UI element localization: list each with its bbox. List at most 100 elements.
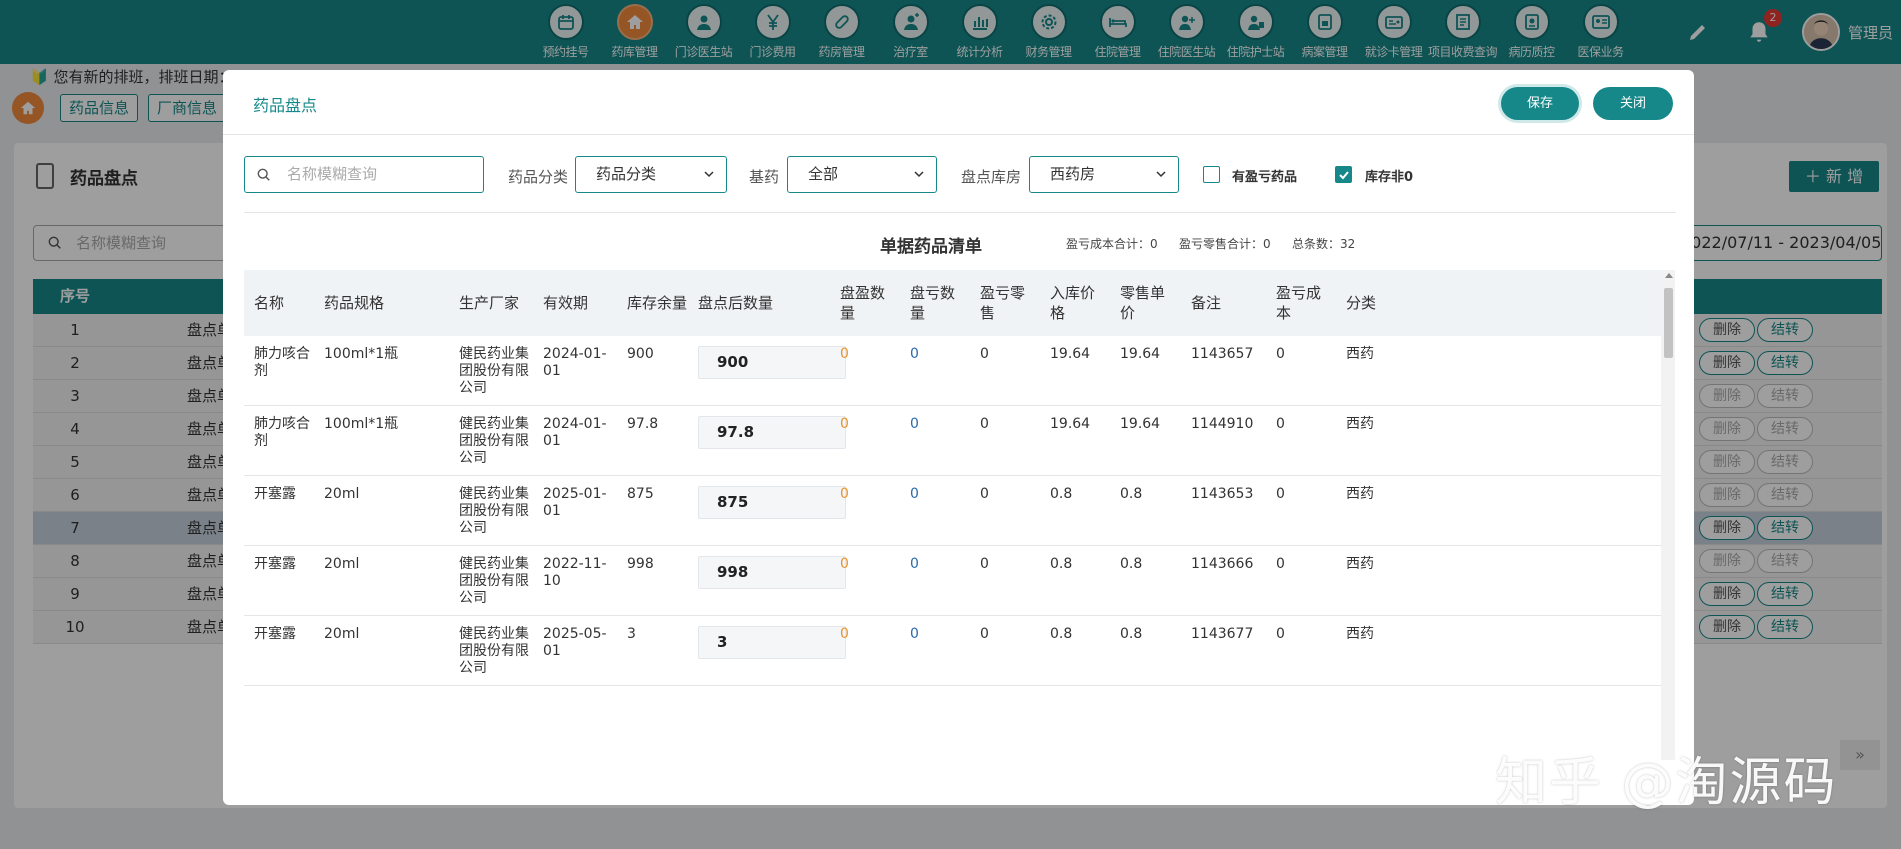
- cell-spec: 20ml: [324, 626, 360, 642]
- cell-expiry: 2025-05-01: [543, 626, 607, 659]
- warehouse-label: 盘点库房: [961, 168, 1022, 186]
- table-row[interactable]: 开塞露 20ml 健民药业集团股份有限公司 2022-11-10 998 998 0 0 0 0.…: [244, 546, 1664, 616]
- cell-stock: 875: [627, 486, 654, 502]
- cell-gain: 0: [840, 486, 849, 502]
- cell-retail: 0.8: [1120, 626, 1143, 642]
- cell-maker: 健民药业集团股份有限公司: [459, 486, 529, 536]
- cell-in-price: 0.8: [1050, 486, 1073, 502]
- cell-retail: 19.64: [1120, 346, 1161, 362]
- cell-expiry: 2024-01-01: [543, 346, 607, 379]
- column-header-stock: 库存余量: [627, 294, 688, 312]
- scroll-up-arrow[interactable]: [1665, 273, 1673, 278]
- counted-quantity-input[interactable]: 875: [698, 486, 846, 519]
- cell-stock: 97.8: [627, 416, 659, 432]
- cell-expiry: 2025-01-01: [543, 486, 607, 519]
- cell-expiry: 2022-11-10: [543, 556, 607, 589]
- cell-gain: 0: [840, 556, 849, 572]
- column-header-category: 分类: [1346, 294, 1377, 312]
- cell-name: 开塞露: [254, 486, 296, 502]
- cell-stock: 3: [627, 626, 636, 642]
- cell-pl-retail: 0: [980, 556, 989, 572]
- cell-spec: 100ml*1瓶: [324, 416, 399, 432]
- cell-pl-cost: 0: [1276, 346, 1285, 362]
- profit-loss-checkbox[interactable]: [1203, 166, 1220, 183]
- cell-remark: 1143653: [1191, 486, 1254, 502]
- column-header-gain: 盘盈数量: [840, 284, 886, 322]
- cell-in-price: 0.8: [1050, 556, 1073, 572]
- essential-drug-select[interactable]: 全部: [787, 156, 937, 193]
- cell-in-price: 19.64: [1050, 416, 1091, 432]
- stock-nonzero-checkbox[interactable]: [1335, 166, 1352, 183]
- cell-remark: 1143666: [1191, 556, 1254, 572]
- search-icon: [257, 168, 270, 181]
- cell-name: 肺力咳合剂: [254, 346, 310, 379]
- check-icon: [1339, 171, 1349, 180]
- table-row[interactable]: 开塞露 20ml 健民药业集团股份有限公司 2025-01-01 875 875 0 0 0 0.…: [244, 476, 1664, 546]
- scrollbar-thumb[interactable]: [1664, 288, 1673, 358]
- summary-count: 总条数：32: [1292, 237, 1356, 251]
- summary-retail-total: 盈亏零售合计：0: [1179, 237, 1271, 251]
- cell-pl-cost: 0: [1276, 556, 1285, 572]
- table-row[interactable]: 肺力咳合剂 100ml*1瓶 健民药业集团股份有限公司 2024-01-01 900 90…: [244, 336, 1664, 406]
- cell-loss: 0: [910, 346, 919, 362]
- list-title: 单据药品清单: [880, 237, 982, 257]
- counted-quantity-input[interactable]: 97.8: [698, 416, 846, 449]
- cell-maker: 健民药业集团股份有限公司: [459, 346, 529, 396]
- cell-loss: 0: [910, 626, 919, 642]
- cell-category: 西药: [1346, 416, 1374, 432]
- cell-name: 开塞露: [254, 626, 296, 642]
- category-select[interactable]: 药品分类: [575, 156, 727, 193]
- cell-gain: 0: [840, 346, 849, 362]
- cell-in-price: 0.8: [1050, 626, 1073, 642]
- cell-stock: 998: [627, 556, 654, 572]
- cell-name: 肺力咳合剂: [254, 416, 310, 449]
- cell-spec: 20ml: [324, 486, 360, 502]
- modal-divider: [223, 134, 1694, 135]
- cell-maker: 健民药业集团股份有限公司: [459, 626, 529, 676]
- cell-stock: 900: [627, 346, 654, 362]
- name-search-input[interactable]: 名称模糊查询: [244, 156, 484, 193]
- table-row[interactable]: 肺力咳合剂 100ml*1瓶 健民药业集团股份有限公司 2024-01-01 97.8 9…: [244, 406, 1664, 476]
- profit-loss-checkbox-label: 有盈亏药品: [1232, 170, 1298, 185]
- cell-retail: 19.64: [1120, 416, 1161, 432]
- cell-remark: 1143677: [1191, 626, 1254, 642]
- cell-category: 西药: [1346, 486, 1374, 502]
- filter-divider: [244, 212, 1676, 213]
- cell-maker: 健民药业集团股份有限公司: [459, 556, 529, 606]
- column-header-maker: 生产厂家: [459, 294, 520, 312]
- cell-loss: 0: [910, 416, 919, 432]
- column-header-in-price: 入库价格: [1050, 284, 1096, 322]
- cell-pl-cost: 0: [1276, 626, 1285, 642]
- column-header-pl-cost: 盈亏成本: [1276, 284, 1322, 322]
- close-button[interactable]: 关闭: [1593, 87, 1673, 120]
- cell-maker: 健民药业集团股份有限公司: [459, 416, 529, 466]
- column-header-name: 名称: [254, 294, 285, 312]
- cell-category: 西药: [1346, 626, 1374, 642]
- cell-category: 西药: [1346, 556, 1374, 572]
- cell-remark: 1144910: [1191, 416, 1254, 432]
- counted-quantity-input[interactable]: 3: [698, 626, 846, 659]
- cell-pl-retail: 0: [980, 346, 989, 362]
- warehouse-select[interactable]: 西药房: [1029, 156, 1179, 193]
- summary-cost-total: 盈亏成本合计：0: [1066, 237, 1158, 251]
- cell-gain: 0: [840, 626, 849, 642]
- cell-spec: 20ml: [324, 556, 360, 572]
- counted-quantity-input[interactable]: 900: [698, 346, 846, 379]
- column-header-counted: 盘点后数量: [698, 294, 774, 312]
- cell-pl-retail: 0: [980, 416, 989, 432]
- cell-retail: 0.8: [1120, 486, 1143, 502]
- cell-spec: 100ml*1瓶: [324, 346, 399, 362]
- stock-nonzero-checkbox-label: 库存非0: [1365, 170, 1414, 185]
- cell-loss: 0: [910, 556, 919, 572]
- watermark: 知乎 @淘源码: [1495, 753, 1838, 813]
- cell-expiry: 2024-01-01: [543, 416, 607, 449]
- table-row[interactable]: 开塞露 20ml 健民药业集团股份有限公司 2025-05-01 3 3 0 0 0 0.8 0.8…: [244, 616, 1664, 686]
- essential-drug-label: 基药: [749, 168, 780, 186]
- save-button[interactable]: 保存: [1501, 87, 1579, 120]
- column-header-spec: 药品规格: [324, 294, 385, 312]
- cell-pl-cost: 0: [1276, 486, 1285, 502]
- chevron-down-icon: [914, 171, 924, 178]
- counted-quantity-input[interactable]: 998: [698, 556, 846, 589]
- modal-title: 药品盘点: [253, 96, 318, 115]
- inventory-modal: 药品盘点 保存 关闭 名称模糊查询 药品分类 药品分类 基药 全部 盘点库房 西…: [223, 70, 1694, 805]
